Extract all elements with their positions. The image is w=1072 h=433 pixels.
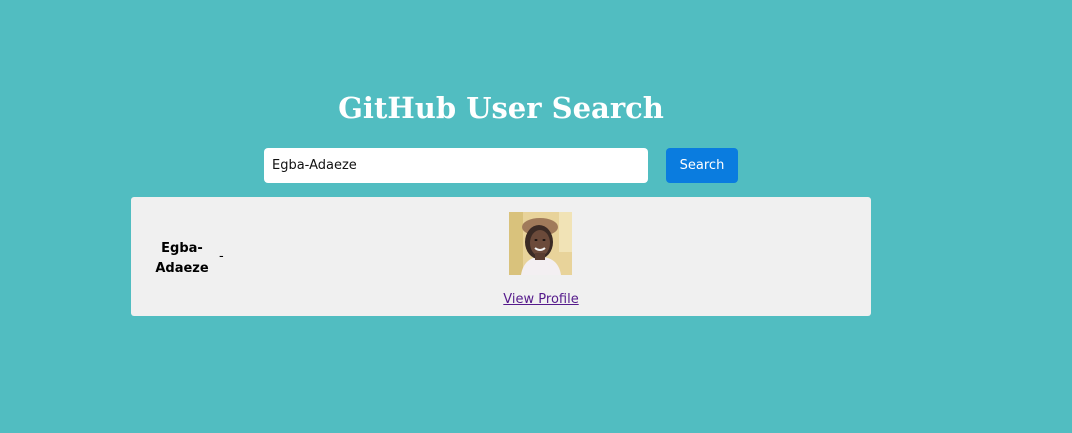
avatar-image (509, 212, 572, 275)
user-card: Egba-Adaeze - View Profile (131, 197, 871, 316)
user-bio: - (219, 249, 224, 264)
search-input[interactable] (264, 148, 648, 183)
view-profile-link[interactable]: View Profile (471, 290, 611, 310)
avatar (509, 212, 572, 275)
page-title: GitHub User Search (338, 91, 664, 125)
search-button[interactable]: Search (666, 148, 738, 183)
username-label: Egba-Adaeze (155, 241, 209, 276)
